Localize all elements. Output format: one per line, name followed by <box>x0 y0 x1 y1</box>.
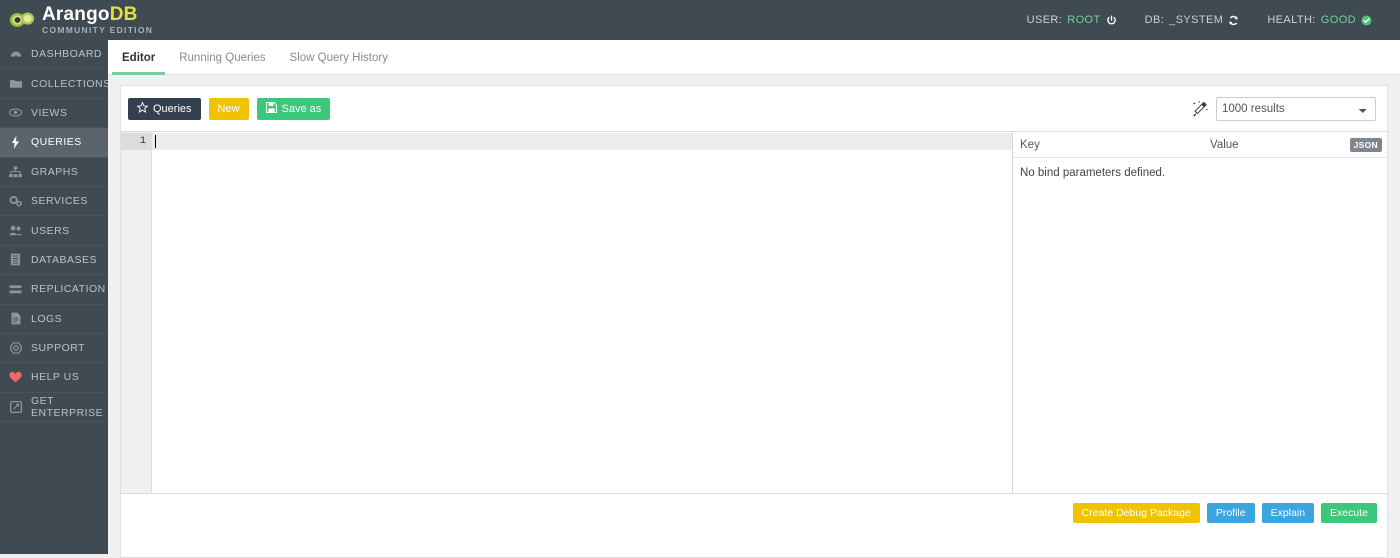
life-ring-icon <box>9 342 22 355</box>
tab-editor[interactable]: Editor <box>110 52 167 75</box>
sidebar-label: COLLECTIONS <box>31 77 111 90</box>
sidebar-item-logs[interactable]: LOGS <box>0 305 108 334</box>
results-limit-select[interactable]: 1000 results <box>1216 96 1376 121</box>
editor-toolbar: Queries New Save as 1000 results <box>121 86 1387 131</box>
sidebar-item-graphs[interactable]: GRAPHS <box>0 158 108 187</box>
brand-subtitle: COMMUNITY EDITION <box>42 25 154 36</box>
text-caret <box>155 135 156 148</box>
dashboard-icon <box>9 48 22 60</box>
sidebar-navigation: DASHBOARD COLLECTIONS VIEWS QUERIES GRAP… <box>0 40 111 554</box>
query-editor-card: Queries New Save as 1000 results 1 Key V… <box>120 85 1388 558</box>
file-icon <box>9 312 22 325</box>
bind-parameters-empty-message: No bind parameters defined. <box>1020 167 1166 179</box>
brand-title-part1: Arango <box>42 4 110 26</box>
sidebar-label: REPLICATION <box>31 283 106 296</box>
power-icon[interactable] <box>1106 15 1117 26</box>
sidebar-item-users[interactable]: USERS <box>0 216 108 246</box>
brand-title-part2: DB <box>109 4 138 26</box>
sidebar-item-services[interactable]: SERVICES <box>0 187 108 217</box>
save-as-button[interactable]: Save as <box>256 97 331 120</box>
eye-icon <box>9 108 22 117</box>
gutter-line-number: 1 <box>121 133 151 150</box>
status-health[interactable]: HEALTH: GOOD <box>1253 0 1386 40</box>
main-content-area: Editor Running Queries Slow Query Histor… <box>108 40 1400 558</box>
magic-wand-icon[interactable] <box>1192 100 1208 117</box>
brand-logo-group[interactable]: ArangoDB COMMUNITY EDITION <box>0 5 153 35</box>
editor-action-bar: Create Debug Package Profile Explain Exe… <box>121 493 1387 557</box>
bind-column-key: Key <box>1020 138 1040 151</box>
sidebar-label: GET ENTERPRISE <box>31 394 104 419</box>
heart-icon <box>9 371 22 383</box>
cogs-icon <box>9 195 22 207</box>
active-line-highlight <box>152 133 1012 150</box>
arangodb-avocado-logo-icon <box>9 12 35 27</box>
users-icon <box>9 225 22 236</box>
bind-column-value: Value <box>1210 138 1239 151</box>
bind-parameters-header: Key Value JSON <box>1013 132 1387 158</box>
brand-text: ArangoDB COMMUNITY EDITION <box>42 5 153 35</box>
refresh-icon[interactable] <box>1228 15 1239 26</box>
status-database[interactable]: DB: _SYSTEM <box>1131 0 1254 40</box>
sidebar-item-get-enterprise[interactable]: GET ENTERPRISE <box>0 393 108 423</box>
queries-button[interactable]: Queries <box>128 97 201 120</box>
new-query-button-label: New <box>217 102 240 115</box>
explain-button[interactable]: Explain <box>1261 503 1315 523</box>
header-status-group: USER: ROOT DB: _SYSTEM HEALTH: GOOD <box>1013 0 1400 40</box>
status-user-label: USER: <box>1026 14 1063 26</box>
tab-running-queries[interactable]: Running Queries <box>167 52 277 74</box>
aql-code-input[interactable] <box>152 132 1012 494</box>
sidebar-label: QUERIES <box>31 136 82 149</box>
floppy-disk-icon <box>265 101 277 116</box>
sidebar-item-replication[interactable]: REPLICATION <box>0 275 108 305</box>
sidebar-label: USERS <box>31 224 70 237</box>
bind-parameters-pane: Key Value JSON No bind parameters define… <box>1013 131 1387 494</box>
profile-button[interactable]: Profile <box>1206 503 1255 523</box>
query-tab-bar: Editor Running Queries Slow Query Histor… <box>108 40 1400 75</box>
folder-icon <box>9 78 22 89</box>
brand-title: ArangoDB <box>42 5 153 24</box>
status-health-value: GOOD <box>1320 14 1356 26</box>
sidebar-label: HELP US <box>31 371 80 384</box>
new-query-button[interactable]: New <box>208 97 249 120</box>
sidebar-item-collections[interactable]: COLLECTIONS <box>0 69 111 99</box>
status-db-value: _SYSTEM <box>1169 14 1224 26</box>
sidebar-label: SERVICES <box>31 195 88 208</box>
toolbar-right-group: 1000 results <box>1192 96 1379 121</box>
status-user-value: ROOT <box>1067 14 1101 26</box>
sidebar-label: DASHBOARD <box>31 48 103 61</box>
status-db-label: DB: <box>1144 14 1165 26</box>
sidebar-item-queries[interactable]: QUERIES <box>0 128 108 158</box>
save-as-button-label: Save as <box>281 102 322 115</box>
enterprise-icon <box>9 400 22 413</box>
database-icon <box>9 253 22 266</box>
sidebar-item-support[interactable]: SUPPORT <box>0 334 108 364</box>
sidebar-label: DATABASES <box>31 253 97 266</box>
create-debug-package-button[interactable]: Create Debug Package <box>1072 503 1200 523</box>
aql-editor-pane[interactable]: 1 <box>121 131 1013 494</box>
status-health-label: HEALTH: <box>1267 14 1316 26</box>
sidebar-item-help-us[interactable]: HELP US <box>0 363 108 393</box>
sidebar-label: SUPPORT <box>31 342 86 355</box>
sidebar-item-databases[interactable]: DATABASES <box>0 246 108 276</box>
top-header-bar: ArangoDB COMMUNITY EDITION USER: ROOT DB… <box>0 0 1400 40</box>
queries-button-label: Queries <box>153 102 192 115</box>
sidebar-item-views[interactable]: VIEWS <box>0 99 108 129</box>
editor-gutter: 1 <box>121 132 152 494</box>
bolt-icon <box>9 135 22 149</box>
sidebar-label: GRAPHS <box>31 165 79 178</box>
sidebar-label: LOGS <box>31 312 63 325</box>
editor-bind-split: 1 Key Value JSON No bind parameters defi… <box>121 131 1387 494</box>
sidebar-label: VIEWS <box>31 106 68 119</box>
status-user[interactable]: USER: ROOT <box>1013 0 1131 40</box>
check-circle-icon <box>1361 15 1372 26</box>
replication-icon <box>9 284 22 295</box>
execute-button[interactable]: Execute <box>1321 503 1377 523</box>
tab-slow-query-history[interactable]: Slow Query History <box>278 52 400 74</box>
json-toggle-button[interactable]: JSON <box>1349 137 1382 152</box>
sitemap-icon <box>9 166 22 178</box>
sidebar-item-dashboard[interactable]: DASHBOARD <box>0 40 108 70</box>
star-icon <box>136 100 149 116</box>
